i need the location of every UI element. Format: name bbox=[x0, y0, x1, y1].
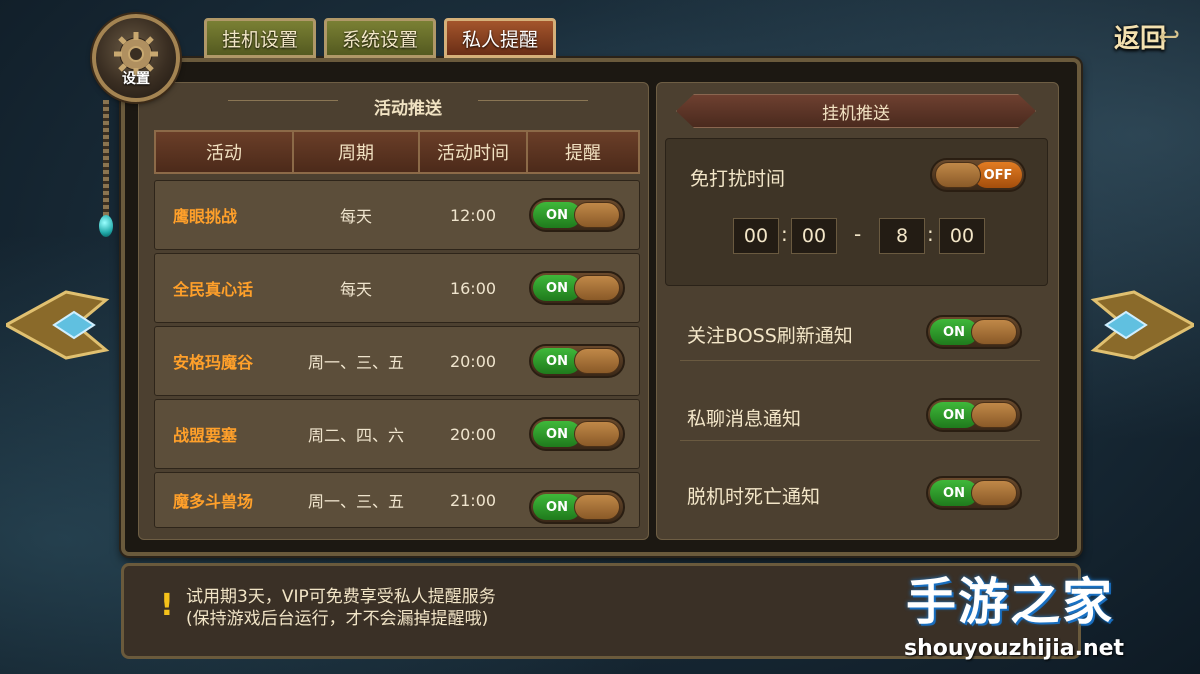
column-reminder: 提醒 bbox=[565, 143, 601, 164]
activity-name: 全民真心话 bbox=[173, 280, 254, 299]
activity-push-title: 活动推送 bbox=[374, 99, 442, 119]
toggle-knob bbox=[574, 494, 620, 520]
tab-system-settings[interactable]: 系统设置 bbox=[324, 18, 436, 58]
prev-page-arrow-icon[interactable] bbox=[6, 290, 116, 360]
time-dash: - bbox=[854, 222, 862, 246]
time-colon: : bbox=[927, 222, 934, 246]
toggle-knob bbox=[574, 202, 620, 228]
activity-time: 12:00 bbox=[449, 205, 497, 225]
next-page-arrow-icon[interactable] bbox=[1084, 290, 1194, 360]
reminder-toggle-2[interactable]: ON bbox=[529, 271, 625, 305]
activity-cycle: 每天 bbox=[339, 280, 372, 299]
activity-cycle: 周一、三、五 bbox=[307, 492, 404, 511]
start-minute-input[interactable]: 00 bbox=[791, 218, 837, 254]
idle-push-title: 挂机推送 bbox=[676, 94, 1036, 128]
tab-private-reminder[interactable]: 私人提醒 bbox=[444, 18, 556, 58]
gem-decoration bbox=[99, 215, 113, 237]
activity-time: 16:00 bbox=[449, 278, 497, 298]
toggle-knob bbox=[574, 421, 620, 447]
activity-time: 20:00 bbox=[449, 351, 497, 371]
toggle-knob bbox=[935, 162, 981, 188]
offline-death-notice-toggle[interactable]: ON bbox=[926, 476, 1022, 510]
divider bbox=[680, 360, 1040, 361]
dnd-toggle[interactable]: OFF bbox=[930, 158, 1026, 192]
watermark-url: shouyouzhijia.net bbox=[904, 636, 1125, 661]
private-chat-notice-toggle[interactable]: ON bbox=[926, 398, 1022, 432]
title-ornament-right bbox=[478, 100, 588, 112]
activity-name: 魔多斗兽场 bbox=[173, 492, 254, 511]
start-hour-input[interactable]: 00 bbox=[733, 218, 779, 254]
activity-cycle: 周二、四、六 bbox=[307, 426, 404, 445]
chain-decoration bbox=[103, 100, 109, 220]
boss-notice-label: 关注BOSS刷新通知 bbox=[687, 325, 853, 347]
toggle-knob bbox=[971, 319, 1017, 345]
offline-death-notice-label: 脱机时死亡通知 bbox=[687, 486, 821, 508]
activity-name: 鹰眼挑战 bbox=[173, 207, 238, 226]
toggle-knob bbox=[971, 480, 1017, 506]
settings-badge: 设置 bbox=[92, 14, 180, 102]
activity-name: 安格玛魔谷 bbox=[173, 353, 254, 372]
toggle-knob bbox=[971, 402, 1017, 428]
reminder-toggle-1[interactable]: ON bbox=[529, 198, 625, 232]
back-arrow-icon: ↩ bbox=[1158, 22, 1180, 52]
activity-time: 20:00 bbox=[449, 424, 497, 444]
column-activity: 活动 bbox=[156, 132, 294, 172]
tab-idle-settings[interactable]: 挂机设置 bbox=[204, 18, 316, 58]
dnd-label: 免打扰时间 bbox=[690, 168, 786, 190]
column-time: 活动时间 bbox=[420, 132, 528, 172]
activity-cycle: 周一、三、五 bbox=[307, 353, 404, 372]
divider bbox=[680, 440, 1040, 441]
toggle-knob bbox=[574, 275, 620, 301]
reminder-toggle-5[interactable]: ON bbox=[529, 490, 625, 524]
activity-time: 21:00 bbox=[449, 490, 497, 510]
end-minute-input[interactable]: 00 bbox=[939, 218, 985, 254]
boss-notice-toggle[interactable]: ON bbox=[926, 315, 1022, 349]
column-cycle: 周期 bbox=[294, 132, 420, 172]
reminder-toggle-3[interactable]: ON bbox=[529, 344, 625, 378]
activity-table-header: 活动 周期 活动时间 提醒 bbox=[154, 130, 640, 174]
private-chat-notice-label: 私聊消息通知 bbox=[687, 408, 802, 430]
toggle-state: OFF bbox=[974, 162, 1022, 188]
time-colon: : bbox=[781, 222, 788, 246]
activity-name: 战盟要塞 bbox=[173, 426, 238, 445]
reminder-toggle-4[interactable]: ON bbox=[529, 417, 625, 451]
watermark-title: 手游之家 bbox=[906, 573, 1114, 631]
warning-icon: ! bbox=[160, 588, 174, 623]
settings-badge-label: 设置 bbox=[122, 71, 150, 87]
title-ornament-left bbox=[228, 100, 338, 112]
footer-line-2: (保持游戏后台运行，才不会漏掉提醒哦) bbox=[186, 609, 489, 629]
end-hour-input[interactable]: 8 bbox=[879, 218, 925, 254]
toggle-knob bbox=[574, 348, 620, 374]
activity-cycle: 每天 bbox=[339, 207, 372, 226]
